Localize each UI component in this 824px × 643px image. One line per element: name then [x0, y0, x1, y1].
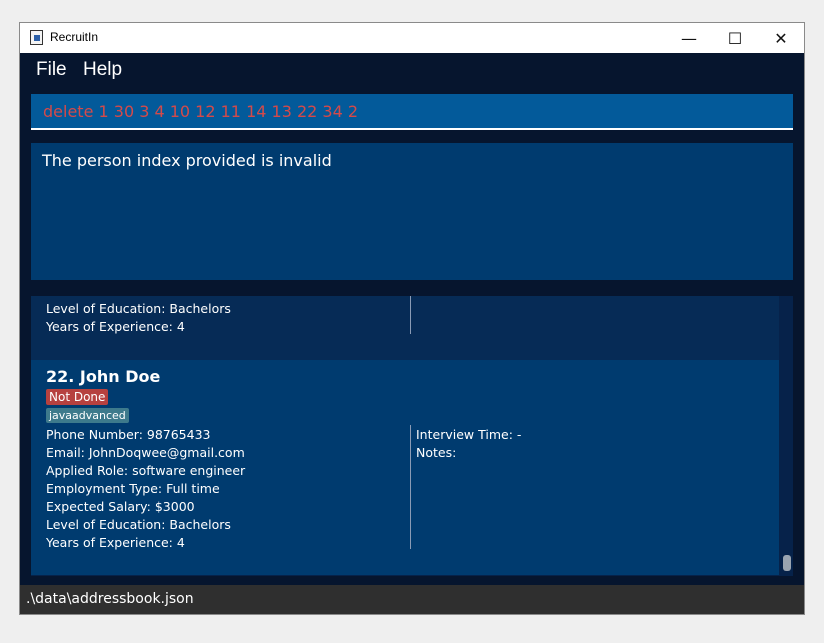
education-field: Level of Education: Bachelors [46, 517, 231, 532]
notes-field: Notes: [416, 445, 457, 460]
status-badge: Not Done [46, 389, 109, 405]
experience-field: Years of Experience: 4 [46, 319, 185, 334]
interview-field: Interview Time: - [416, 427, 522, 442]
scrollbar-thumb[interactable] [783, 555, 791, 571]
person-list[interactable]: Level of Education: Bachelors Years of E… [31, 296, 793, 576]
command-input[interactable] [31, 94, 793, 128]
minimize-button[interactable]: — [666, 23, 712, 53]
card-divider [410, 425, 411, 549]
title-bar[interactable]: RecruitIn — ☐ ✕ [20, 23, 804, 53]
result-message: The person index provided is invalid [42, 151, 332, 170]
command-box [31, 94, 793, 130]
phone-field: Phone Number: 98765433 [46, 427, 211, 442]
app-window: RecruitIn — ☐ ✕ File Help The person ind… [19, 22, 805, 615]
card-divider [410, 296, 411, 334]
experience-field: Years of Experience: 4 [46, 535, 185, 550]
app-icon [30, 30, 43, 45]
email-field: Email: JohnDoqwee@gmail.com [46, 445, 245, 460]
maximize-button[interactable]: ☐ [712, 23, 758, 53]
person-name: 22. John Doe [46, 367, 161, 386]
person-card-current[interactable]: 22. John Doe Not Done javaadvanced Phone… [31, 360, 779, 575]
result-display[interactable]: The person index provided is invalid [31, 143, 793, 280]
tag-badge: javaadvanced [46, 408, 129, 423]
employment-field: Employment Type: Full time [46, 481, 220, 496]
close-button[interactable]: ✕ [758, 23, 804, 53]
menu-bar: File Help [20, 53, 804, 87]
salary-field: Expected Salary: $3000 [46, 499, 195, 514]
save-location: .\data\addressbook.json [26, 591, 194, 607]
person-card-previous[interactable]: Level of Education: Bachelors Years of E… [31, 296, 779, 360]
scrollbar-track[interactable] [780, 296, 793, 576]
education-field: Level of Education: Bachelors [46, 301, 231, 316]
menu-file[interactable]: File [36, 59, 67, 81]
menu-help[interactable]: Help [83, 59, 122, 81]
role-field: Applied Role: software engineer [46, 463, 246, 478]
status-bar: .\data\addressbook.json [20, 585, 804, 614]
window-title: RecruitIn [50, 30, 99, 44]
